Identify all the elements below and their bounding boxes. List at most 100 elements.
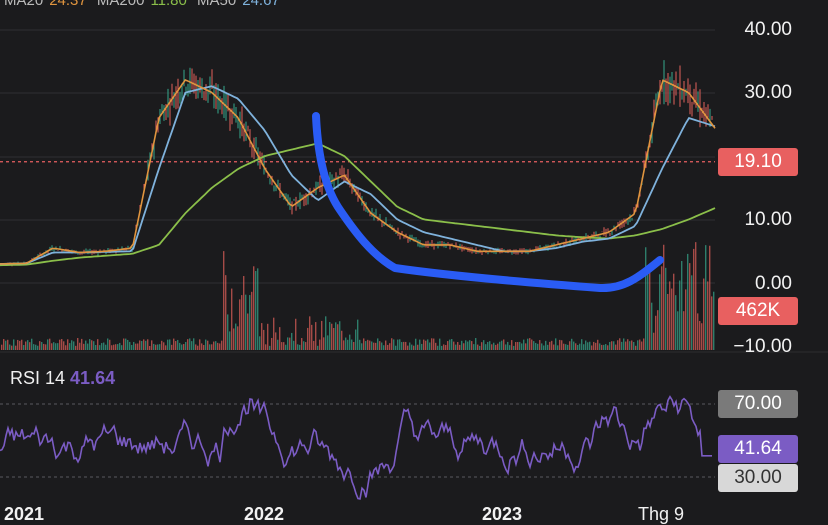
volume-bar [665,267,667,350]
volume-bar [693,248,695,350]
volume-bar [249,295,251,350]
volume-bar [233,328,235,350]
volume-bar [209,344,211,350]
volume-bar [577,345,579,350]
volume-bar [357,319,359,350]
volume-bar [671,288,673,350]
rsi-title: RSI 14 [10,368,66,388]
volume-bar [491,344,493,350]
volume-bar [107,338,109,350]
volume-bar [29,342,31,350]
volume-bar [163,342,165,350]
rsi-value-badge: 41.64 [718,435,798,463]
volume-bar [545,340,547,350]
volume-bar [675,295,677,350]
volume-bar [477,344,479,350]
volume-bar [153,343,155,350]
volume-bar [517,342,519,350]
volume-bar [653,332,655,350]
volume-bar [401,342,403,350]
volume-bar [237,326,239,350]
volume-bar [329,322,331,350]
volume-bar [383,345,385,350]
drawn-trendline[interactable] [312,112,664,293]
volume-bar [425,340,427,350]
volume-bar [541,343,543,350]
volume-bar [353,341,355,350]
volume-bar [603,344,605,350]
volume-bar [623,338,625,350]
volume-bar [45,344,47,350]
volume-bar [471,341,473,350]
volume-bar [309,316,311,350]
volume-bar [105,344,107,350]
volume-bar [451,339,453,350]
volume-bar [183,344,185,350]
volume-bar [503,339,505,350]
volume-bar [449,339,451,350]
volume-bar [511,340,513,350]
volume-bar [611,341,613,350]
volume-bar [591,345,593,350]
volume-bar [9,344,11,350]
volume-bar [447,341,449,350]
volume-bar [111,345,113,350]
ma200-label: MA200 [96,0,145,9]
volume-bar [223,251,225,350]
volume-bar [655,315,657,350]
volume-bar [403,341,405,350]
volume-bar [33,344,35,350]
price-chart[interactable] [0,0,828,516]
volume-bar [85,340,87,350]
volume-bar [571,338,573,350]
volume-bar [521,343,523,350]
ma20-label: MA20 [4,0,44,9]
volume-bar [61,339,63,350]
volume-bar [443,344,445,350]
volume-bar [315,322,317,350]
volume-bar [473,344,475,350]
volume-bar [453,341,455,350]
volume-bar [279,327,281,350]
volume-bar [391,338,393,350]
volume-bar [347,339,349,350]
volume-bar [669,281,671,350]
volume-bar [307,327,309,350]
volume-bar [485,344,487,350]
volume-bar [673,273,675,350]
volume-bar [489,341,491,350]
volume-bar [327,335,329,350]
volume-bar [581,339,583,350]
volume-bar [423,339,425,350]
volume-bar [619,338,621,350]
x-label-thg9: Thg 9 [638,504,685,524]
ma50-label: MA50 [197,0,237,9]
volume-bar [39,341,41,350]
volume-bar [405,341,407,350]
volume-bar [617,340,619,350]
volume-bar [281,342,283,350]
volume-bar [135,343,137,350]
volume-bar [371,341,373,350]
last-price-badge: 19.10 [718,148,798,176]
volume-bar [37,345,39,350]
volume-bar [247,313,249,350]
volume-bar [311,324,313,350]
volume-bar [263,329,265,350]
volume-bar [505,344,507,350]
price-tick-minus10: −10.00 [733,336,792,357]
volume-bar [53,342,55,350]
volume-bar [123,338,125,350]
volume-bar [113,344,115,350]
volume-bar [441,345,443,350]
volume-bar [525,343,527,350]
volume-bar [323,337,325,350]
volume-bar [677,311,679,350]
volume-bar [359,339,361,350]
volume-bar [285,344,287,350]
volume-bar [177,339,179,350]
price-tick-0: 0.00 [755,273,792,294]
volume-bar [67,339,69,350]
volume-bar [3,339,5,350]
volume-bar [427,339,429,350]
